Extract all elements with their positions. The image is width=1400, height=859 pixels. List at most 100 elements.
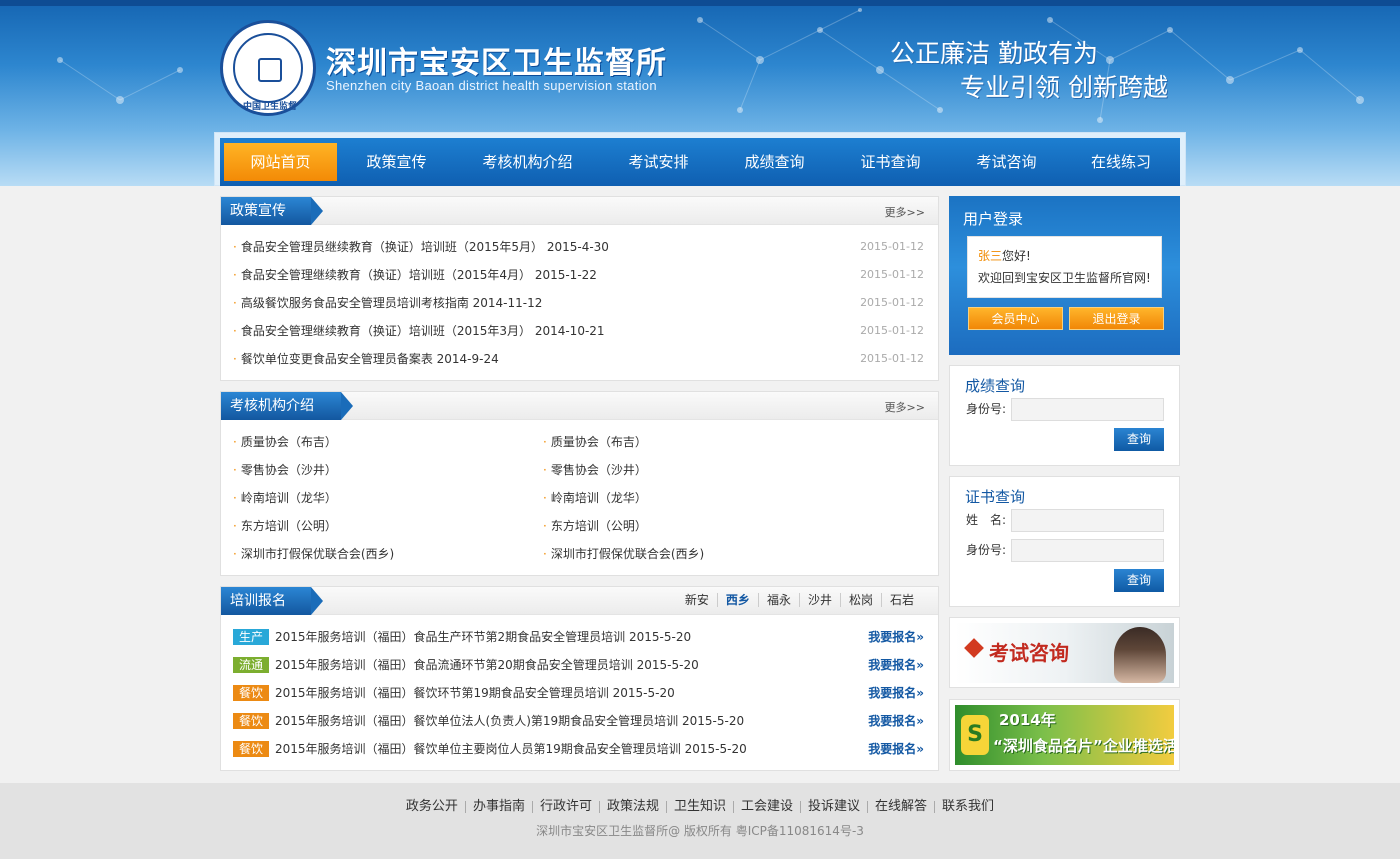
tab-district-shiyan[interactable]: 石岩 [880, 593, 922, 607]
bullet-icon: · [543, 463, 547, 477]
cert-query-title: 证书查询 [965, 488, 1026, 506]
tab-district-shajing[interactable]: 沙井 [798, 593, 840, 607]
logout-button[interactable]: 退出登录 [1069, 307, 1164, 330]
nav-item-cert-query[interactable]: 证书查询 [834, 143, 947, 181]
footer-link-regulations[interactable]: 政策法规 [598, 800, 666, 813]
orgs-more-link[interactable]: 更多>> [885, 399, 925, 415]
bullet-icon: · [233, 463, 237, 477]
score-query-button[interactable]: 查询 [1114, 428, 1164, 451]
list-item-date: 2015-01-12 [860, 240, 924, 253]
org-link[interactable]: · 东方培训（公明） [233, 516, 337, 536]
list-item[interactable]: · 餐饮单位变更食品安全管理员备案表 2014-9-24 [233, 349, 499, 369]
bullet-icon: · [233, 240, 237, 254]
signup-link[interactable]: 我要报名» [868, 740, 924, 758]
exam-consult-banner-image: 考试咨询 [955, 623, 1174, 683]
food-card-activity-banner[interactable]: S 2014年 “深圳食品名片”企业推选活动 [949, 699, 1180, 771]
category-badge: 餐饮 [233, 713, 269, 729]
footer-link-gov-affairs[interactable]: 政务公开 [399, 800, 465, 813]
cert-id-input[interactable] [1011, 539, 1164, 562]
footer-link-permit[interactable]: 行政许可 [531, 800, 599, 813]
bullet-icon: · [233, 352, 237, 366]
training-item[interactable]: 餐饮 2015年服务培训（福田）餐饮单位主要岗位人员第19期食品安全管理员培训 2… [233, 740, 747, 758]
login-greeting: 张三您好! [978, 249, 1031, 263]
org-link[interactable]: · 岭南培训（龙华） [543, 488, 647, 508]
bullet-icon: · [233, 268, 237, 282]
org-link[interactable]: · 零售协会（沙井） [543, 460, 647, 480]
training-panel: 培训报名 新安 西乡 福永 沙井 松岗 石岩 生产 2015年服务培训（福田）食品生产环节第… [220, 586, 939, 771]
score-query-panel: 成绩查询 身份号: 查询 [949, 365, 1180, 466]
footer-link-contact[interactable]: 联系我们 [934, 800, 1001, 813]
orgs-panel-title: 考核机构介绍 [221, 392, 353, 420]
signup-link[interactable]: 我要报名» [868, 712, 924, 730]
list-item[interactable]: · 食品安全管理继续教育（换证）培训班（2015年4月） 2015-1-22 [233, 265, 597, 285]
policy-more-link[interactable]: 更多>> [885, 204, 925, 220]
org-link[interactable]: · 零售协会（沙井） [233, 460, 337, 480]
bullet-icon: · [543, 435, 547, 449]
nav-item-score-query[interactable]: 成绩查询 [718, 143, 831, 181]
footer-link-online-answer[interactable]: 在线解答 [867, 800, 934, 813]
tab-district-xixiang[interactable]: 西乡 [716, 593, 758, 607]
list-item[interactable]: · 食品安全管理员继续教育（换证）培训班（2015年5月） 2015-4-30 [233, 237, 609, 257]
training-item[interactable]: 流通 2015年服务培训（福田）食品流通环节第20期食品安全管理员培训 2015-… [233, 656, 699, 674]
site-footer: 政务公开 办事指南 行政许可 政策法规 卫生知识 工会建设 投诉建议 在线解答 联系我们 深圳市… [0, 783, 1400, 859]
policy-panel-title: 政策宣传 [221, 197, 323, 225]
nav-item-home[interactable]: 网站首页 [224, 143, 337, 181]
id-number-label: 身份号: [966, 402, 1007, 416]
nav-item-policy[interactable]: 政策宣传 [340, 143, 453, 181]
login-info-box: 张三您好! 欢迎回到宝安区卫生监督所官网! [967, 236, 1162, 298]
name-label: 姓 名: [966, 513, 1007, 527]
org-link[interactable]: · 深圳市打假保优联合会(西乡) [543, 544, 704, 564]
site-subtitle: Shenzhen city Baoan district health supe… [326, 78, 657, 93]
footer-link-guide[interactable]: 办事指南 [464, 800, 532, 813]
score-id-input[interactable] [1011, 398, 1164, 421]
category-badge: 餐饮 [233, 741, 269, 757]
site-title: 深圳市宝安区卫生监督所 [326, 46, 667, 81]
signup-link[interactable]: 我要报名» [868, 628, 924, 646]
list-item-date: 2015-01-12 [860, 324, 924, 337]
logo-text: 中国卫生监督 [242, 102, 297, 112]
banner-consult-text: 考试咨询 [989, 641, 1069, 665]
footer-link-union[interactable]: 工会建设 [733, 800, 800, 813]
orgs-panel-header: 考核机构介绍 更多>> [221, 392, 938, 420]
org-link[interactable]: · 质量协会（布吉） [233, 432, 337, 452]
org-link[interactable]: · 岭南培训（龙华） [233, 488, 337, 508]
headset-operator-icon [1114, 627, 1166, 683]
tab-district-xinan[interactable]: 新安 [677, 593, 717, 607]
member-center-button[interactable]: 会员中心 [968, 307, 1063, 330]
footer-link-complaint[interactable]: 投诉建议 [800, 800, 867, 813]
activity-logo-icon: S [961, 715, 989, 755]
training-item[interactable]: 生产 2015年服务培训（福田）食品生产环节第2期食品安全管理员培训 2015-5… [233, 628, 691, 646]
cert-query-button[interactable]: 查询 [1114, 569, 1164, 592]
org-link[interactable]: · 东方培训（公明） [543, 516, 647, 536]
nav-item-orgs[interactable]: 考核机构介绍 [456, 143, 599, 181]
nav-item-online-practice[interactable]: 在线练习 [1066, 143, 1176, 181]
list-item[interactable]: · 食品安全管理继续教育（换证）培训班（2015年3月） 2014-10-21 [233, 321, 605, 341]
category-badge: 餐饮 [233, 685, 269, 701]
district-tabs: 新安 西乡 福永 沙井 松岗 石岩 [677, 593, 922, 611]
bullet-icon: · [543, 519, 547, 533]
bullet-icon: · [233, 547, 237, 561]
training-item[interactable]: 餐饮 2015年服务培训（福田）餐饮环节第19期食品安全管理员培训 2015-5-… [233, 684, 675, 702]
exam-consult-banner[interactable]: 考试咨询 [949, 617, 1180, 688]
cert-query-panel: 证书查询 姓 名: 身份号: 查询 [949, 476, 1180, 607]
username: 张三 [978, 249, 1003, 263]
list-item[interactable]: · 高级餐饮服务食品安全管理员培训考核指南 2014-11-12 [233, 293, 542, 313]
nav-item-exam-consult[interactable]: 考试咨询 [950, 143, 1063, 181]
org-link[interactable]: · 质量协会（布吉） [543, 432, 647, 452]
banner-year: 2014年 [999, 711, 1056, 729]
cert-name-input[interactable] [1011, 509, 1164, 532]
site-logo[interactable]: 中国卫生监督 [220, 20, 316, 116]
tab-district-songgang[interactable]: 松岗 [839, 593, 881, 607]
tab-district-fuyong[interactable]: 福永 [757, 593, 799, 607]
footer-link-health-knowledge[interactable]: 卫生知识 [665, 800, 733, 813]
org-link[interactable]: · 深圳市打假保优联合会(西乡) [233, 544, 394, 564]
bullet-icon: · [233, 324, 237, 338]
training-item[interactable]: 餐饮 2015年服务培训（福田）餐饮单位法人(负责人)第19期食品安全管理员培训 … [233, 712, 744, 730]
policy-panel: 政策宣传 更多>> · 食品安全管理员继续教育（换证）培训班（2015年5月） 2… [220, 196, 939, 381]
signup-link[interactable]: 我要报名» [868, 656, 924, 674]
login-welcome: 欢迎回到宝安区卫生监督所官网! [978, 271, 1151, 285]
list-item-date: 2015-01-12 [860, 296, 924, 309]
signup-link[interactable]: 我要报名» [868, 684, 924, 702]
nav-item-exam-schedule[interactable]: 考试安排 [602, 143, 715, 181]
orgs-panel: 考核机构介绍 更多>> · 质量协会（布吉） · 零售协会（沙井） · 岭南培训（龙华… [220, 391, 939, 576]
